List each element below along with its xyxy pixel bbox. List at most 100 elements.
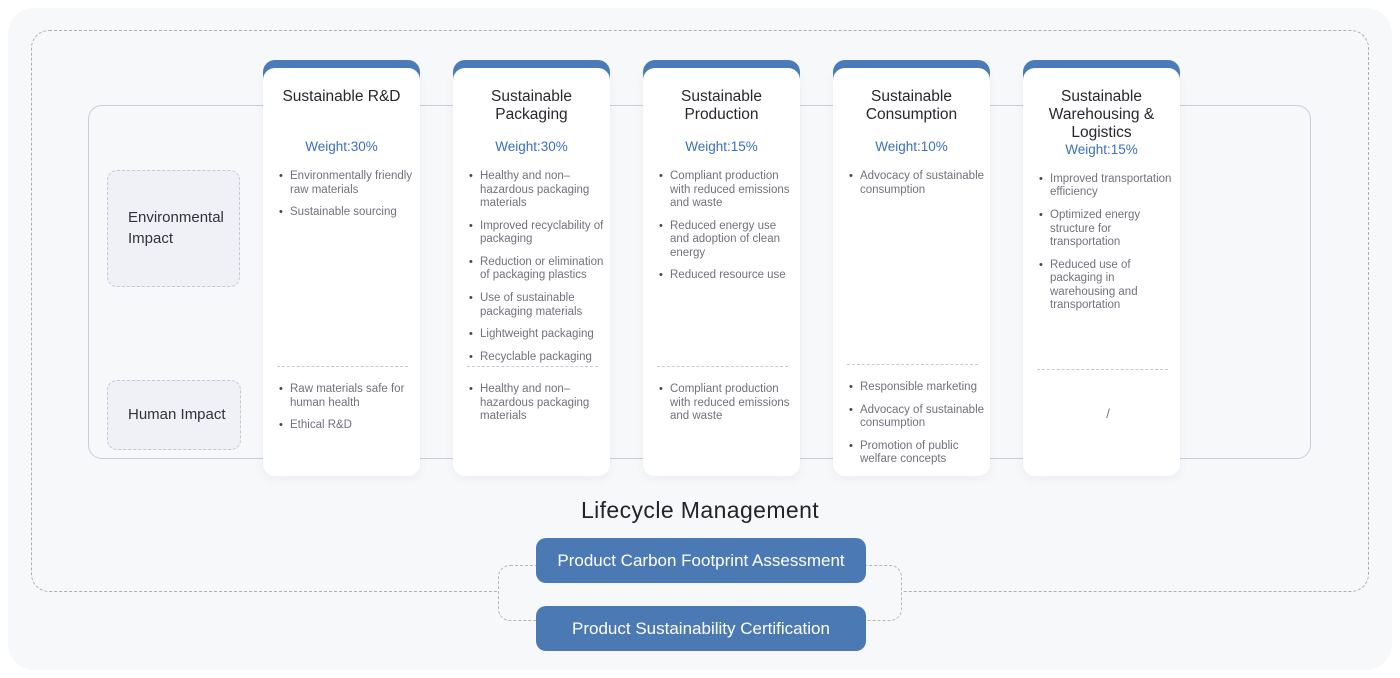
lifecycle-management-title: Lifecycle Management [0,497,1400,524]
criteria-text: Reduced resource use [670,269,786,283]
pillar-card: Sustainable Warehousing & LogisticsWeigh… [1023,60,1180,476]
bullet-icon: • [469,170,480,211]
human-criteria-section: •Healthy and non–hazardous packaging mat… [453,367,610,476]
criteria-item: •Reduction or elimination of packaging p… [469,256,607,283]
criteria-text: Advocacy of sustainable consumption [860,170,987,197]
pillar-card: Sustainable R&DWeight:30%•Environmentall… [263,60,420,476]
criteria-item: •Reduced use of packaging in warehousing… [1039,259,1177,313]
criteria-item: •Sustainable sourcing [279,206,417,220]
pillar-card: Sustainable ProductionWeight:15%•Complia… [643,60,800,476]
card-body: Sustainable Warehousing & LogisticsWeigh… [1023,68,1180,476]
human-criteria-list: •Compliant production with reduced emiss… [659,383,797,424]
bullet-icon: • [849,440,860,467]
card-weight-label: Weight:30% [459,139,604,156]
criteria-text: Sustainable sourcing [290,206,397,220]
bullet-icon: • [469,383,480,424]
bullet-icon: • [659,383,670,424]
human-criteria-list: •Raw materials safe for human health•Eth… [279,383,417,433]
criteria-text: Responsible marketing [860,381,977,395]
criteria-text: Reduced energy use and adoption of clean… [670,220,797,261]
criteria-item: •Advocacy of sustainable consumption [849,170,987,197]
card-head: Sustainable R&D Weight:30% [263,68,420,156]
card-head: Sustainable Production Weight:15% [643,68,800,156]
bullet-icon: • [469,292,480,319]
bullet-icon: • [279,419,290,433]
bullet-icon: • [659,269,670,283]
bullet-icon: • [279,383,290,410]
human-criteria-section: •Responsible marketing•Advocacy of susta… [833,365,990,476]
card-title: Sustainable Warehousing & Logistics [1029,88,1174,142]
criteria-item: •Responsible marketing [849,381,987,395]
criteria-item: •Healthy and non–hazardous packaging mat… [469,170,607,211]
bullet-icon: • [469,256,480,283]
card-weight-label: Weight:15% [649,139,794,156]
card-weight-label: Weight:15% [1029,142,1174,159]
criteria-text: Raw materials safe for human health [290,383,417,410]
carbon-footprint-assessment-button[interactable]: Product Carbon Footprint Assessment [536,538,866,583]
card-body: Sustainable ProductionWeight:15%•Complia… [643,68,800,476]
criteria-item: •Improved transportation efficiency [1039,173,1177,200]
bullet-icon: • [469,220,480,247]
human-criteria-list: •Healthy and non–hazardous packaging mat… [469,383,607,424]
bullet-icon: • [469,351,480,365]
sustainability-certification-button[interactable]: Product Sustainability Certification [536,606,866,651]
pillar-cards: Sustainable R&DWeight:30%•Environmentall… [263,60,1180,476]
criteria-text: Improved transportation efficiency [1050,173,1177,200]
criteria-item: •Promotion of public welfare concepts [849,440,987,467]
criteria-item: •Advocacy of sustainable consumption [849,404,987,431]
environmental-criteria-list: •Improved transportation efficiency•Opti… [1023,159,1180,369]
criteria-item: •Ethical R&D [279,419,417,433]
human-criteria-section: •Raw materials safe for human health•Eth… [263,367,420,476]
criteria-text: Ethical R&D [290,419,352,433]
criteria-text: Reduced use of packaging in warehousing … [1050,259,1177,313]
human-criteria-section: •Compliant production with reduced emiss… [643,367,800,476]
bullet-icon: • [279,206,290,220]
criteria-text: Optimized energy structure for transport… [1050,209,1177,250]
environmental-criteria-list: •Healthy and non–hazardous packaging mat… [453,156,610,366]
criteria-text: Environmentally friendly raw materials [290,170,417,197]
criteria-item: •Recyclable packaging [469,351,607,365]
criteria-item: •Environmentally friendly raw materials [279,170,417,197]
criteria-text: Promotion of public welfare concepts [860,440,987,467]
criteria-item: •Healthy and non–hazardous packaging mat… [469,383,607,424]
criteria-text: Healthy and non–hazardous packaging mate… [480,170,607,211]
row-label-human-impact: Human Impact [107,380,241,450]
criteria-item: •Compliant production with reduced emiss… [659,170,797,211]
bullet-icon: • [849,170,860,197]
card-title: Sustainable Packaging [459,88,604,124]
bullet-icon: • [849,381,860,395]
card-head: Sustainable Packaging Weight:30% [453,68,610,156]
criteria-text: Compliant production with reduced emissi… [670,383,797,424]
bullet-icon: • [1039,259,1050,313]
card-head: Sustainable ConsumptionWeight:10% [833,68,990,156]
card-body: Sustainable ConsumptionWeight:10%•Advoca… [833,68,990,476]
human-empty-note: / [1039,386,1177,421]
card-head: Sustainable Warehousing & LogisticsWeigh… [1023,68,1180,159]
environmental-criteria-list: •Advocacy of sustainable consumption [833,156,990,364]
criteria-text: Compliant production with reduced emissi… [670,170,797,211]
card-weight-label: Weight:10% [839,139,984,156]
criteria-item: •Compliant production with reduced emiss… [659,383,797,424]
bullet-icon: • [849,404,860,431]
criteria-text: Recyclable packaging [480,351,592,365]
card-title: Sustainable Production [649,88,794,124]
row-label-environmental-impact: Environmental Impact [107,170,240,287]
criteria-text: Lightweight packaging [480,328,594,342]
criteria-text: Advocacy of sustainable consumption [860,404,987,431]
criteria-item: •Improved recyclability of packaging [469,220,607,247]
card-weight-label: Weight:30% [269,139,414,156]
environmental-criteria-list: •Compliant production with reduced emiss… [643,156,800,366]
criteria-item: •Optimized energy structure for transpor… [1039,209,1177,250]
card-title: Sustainable R&D [269,88,414,106]
bullet-icon: • [1039,173,1050,200]
criteria-item: •Raw materials safe for human health [279,383,417,410]
criteria-item: •Lightweight packaging [469,328,607,342]
pillar-card: Sustainable ConsumptionWeight:10%•Advoca… [833,60,990,476]
bullet-icon: • [279,170,290,197]
bullet-icon: • [659,220,670,261]
bullet-icon: • [659,170,670,211]
bullet-icon: • [1039,209,1050,250]
sustainability-framework-diagram: Environmental Impact Human Impact Sustai… [0,0,1400,678]
bullet-icon: • [469,328,480,342]
criteria-text: Healthy and non–hazardous packaging mate… [480,383,607,424]
